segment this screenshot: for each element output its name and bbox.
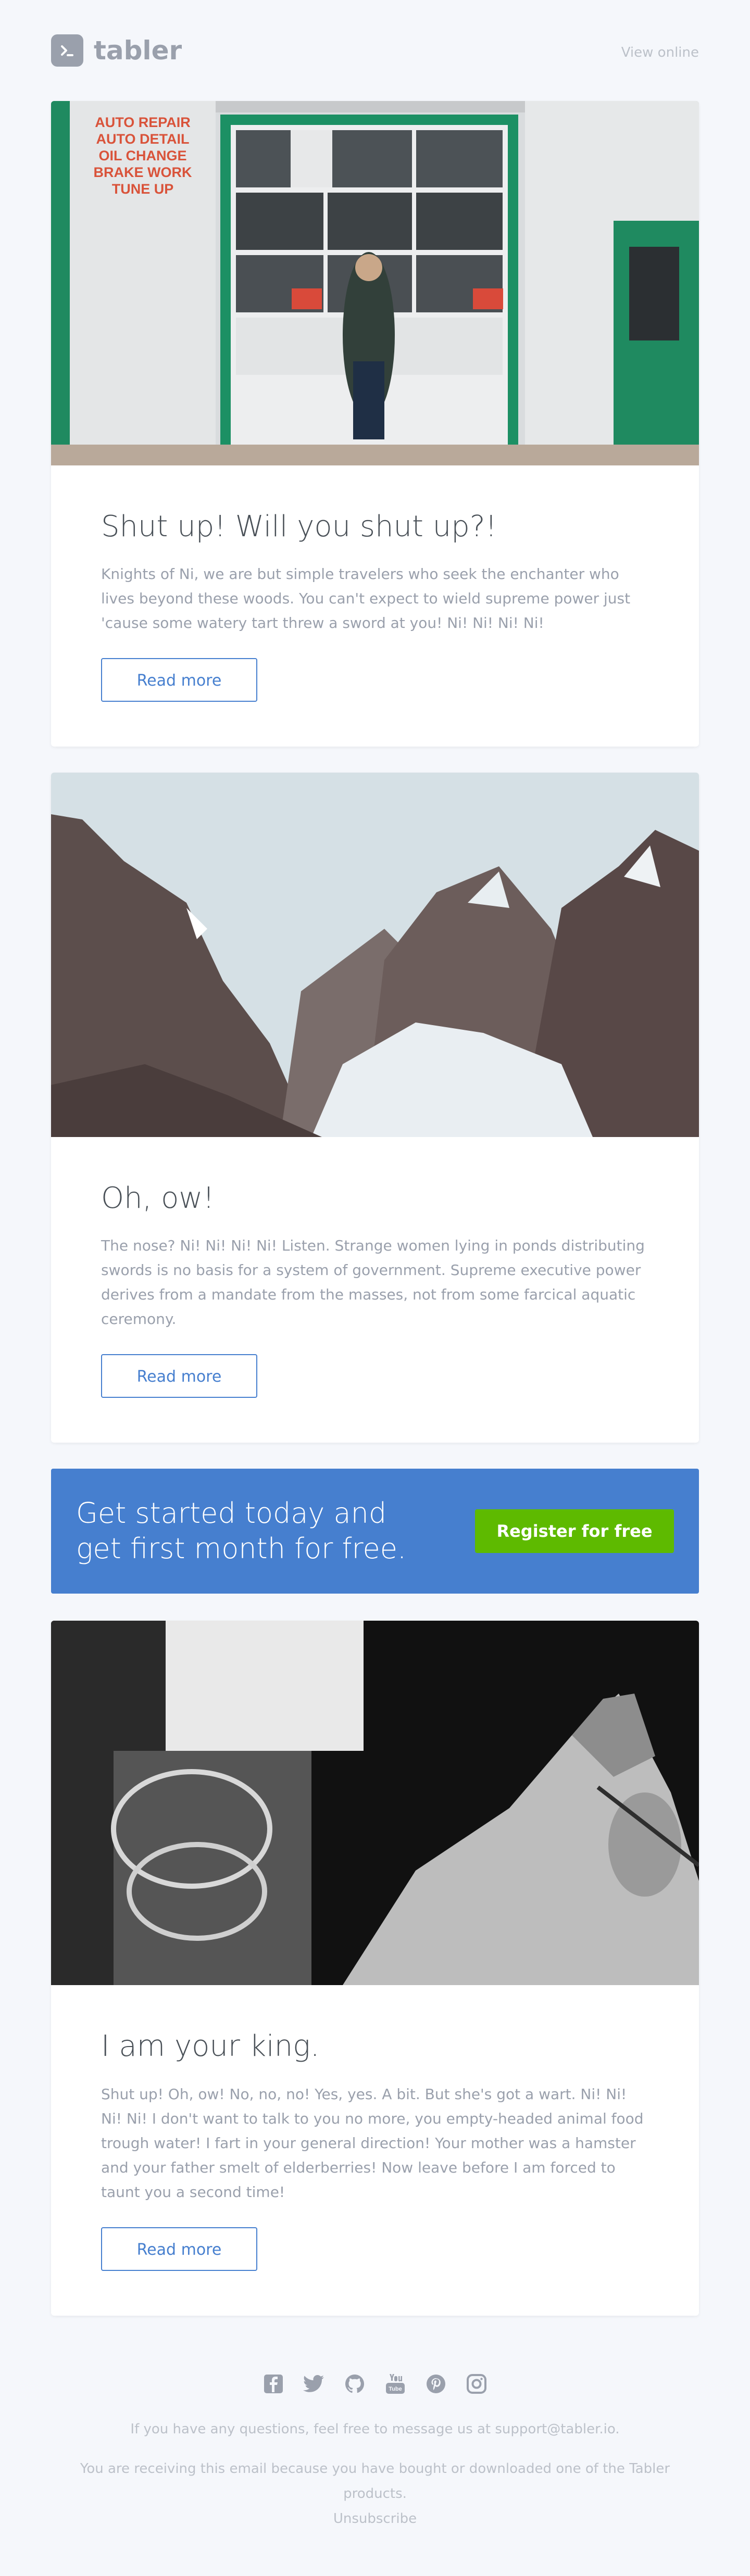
garage-image: AUTO REPAIR AUTO DETAIL OIL CHANGE BRAKE… <box>51 101 699 465</box>
card-title: I am your king. <box>101 2029 320 2064</box>
github-icon[interactable] <box>343 2372 367 2396</box>
card-text: Knights of Ni, we are but simple travele… <box>101 565 631 632</box>
unsubscribe-link[interactable]: Unsubscribe <box>333 2511 417 2527</box>
pinterest-icon[interactable] <box>424 2372 448 2396</box>
email-footer: Tube If you have any questions, feel fre… <box>51 2342 699 2531</box>
card-body: Shut up! Will you shut up?! Knights of N… <box>51 465 699 747</box>
youtube-icon[interactable]: Tube <box>383 2372 407 2396</box>
card-body: Oh, ow! The nose? Ni! Ni! Ni! Ni! Listen… <box>51 1137 699 1443</box>
cowboy-image <box>51 1621 699 1986</box>
article-card: I am your king. Shut up! Oh, ow! No, no,… <box>51 1621 699 2316</box>
garage-sign-line: OIL CHANGE <box>98 148 186 163</box>
garage-sign-line: AUTO DETAIL <box>96 131 190 147</box>
brand-logo[interactable]: tabler <box>51 34 182 67</box>
garage-sign-line: BRAKE WORK <box>94 165 192 180</box>
card-title: Oh, ow! <box>101 1181 215 1216</box>
brand-name: tabler <box>94 35 182 66</box>
facebook-icon[interactable] <box>261 2372 285 2396</box>
read-more-button[interactable]: Read more <box>101 658 257 702</box>
twitter-icon[interactable] <box>302 2372 326 2396</box>
cta-banner: Get started today and get first month fo… <box>51 1469 699 1594</box>
card-title: Shut up! Will you shut up?! <box>101 510 497 544</box>
card-body: I am your king. Shut up! Oh, ow! No, no,… <box>51 1985 699 2315</box>
mountains-image <box>51 773 699 1138</box>
article-card: Oh, ow! The nose? Ni! Ni! Ni! Ni! Listen… <box>51 773 699 1443</box>
email-container: tabler View online AUTO REPAIR AUTO DETA… <box>51 0 699 2531</box>
terminal-icon <box>51 34 83 67</box>
card-text: Shut up! Oh, ow! No, no, no! Yes, yes. A… <box>101 2085 644 2201</box>
social-links: Tube <box>51 2372 699 2396</box>
read-more-button[interactable]: Read more <box>101 2227 257 2271</box>
svg-text:Tube: Tube <box>389 2386 402 2392</box>
contact-text: If you have any questions, feel free to … <box>130 2421 620 2437</box>
notice-text: You are receiving this email because you… <box>80 2460 670 2502</box>
article-card: AUTO REPAIR AUTO DETAIL OIL CHANGE BRAKE… <box>51 101 699 747</box>
instagram-icon[interactable] <box>465 2372 489 2396</box>
email-header: tabler View online <box>51 0 699 101</box>
register-button[interactable]: Register for free <box>475 1509 674 1554</box>
view-online-link[interactable]: View online <box>621 45 699 60</box>
card-text: The nose? Ni! Ni! Ni! Ni! Listen. Strang… <box>101 1237 645 1328</box>
garage-sign-line: AUTO REPAIR <box>95 115 191 130</box>
garage-sign-line: TUNE UP <box>112 181 174 197</box>
cta-text: Get started today and get first month fo… <box>76 1497 407 1565</box>
read-more-button[interactable]: Read more <box>101 1354 257 1398</box>
